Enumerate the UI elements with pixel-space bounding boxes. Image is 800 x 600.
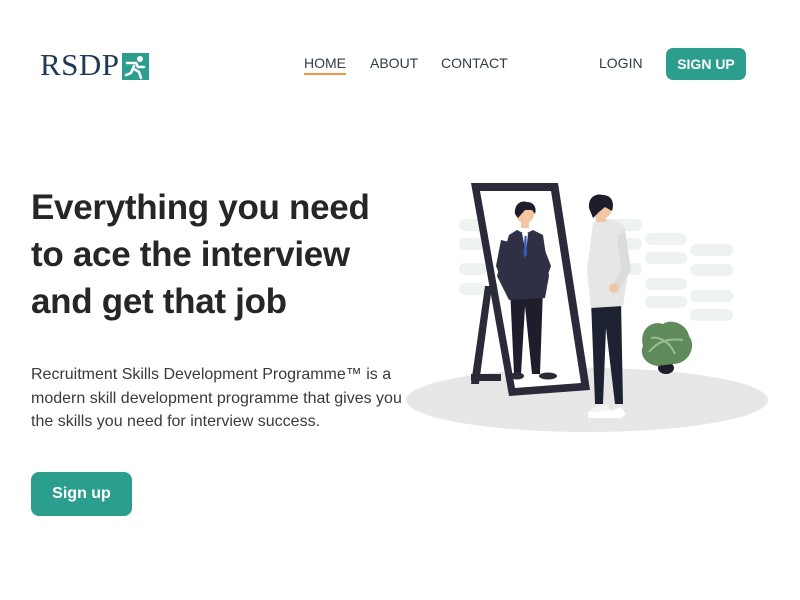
hero-signup-button[interactable]: Sign up (31, 472, 132, 516)
headline-line: to ace the interview (31, 235, 350, 274)
mirror-illustration-icon (406, 183, 768, 432)
login-link[interactable]: LOGIN (599, 54, 643, 72)
header-signup-button[interactable]: SIGN UP (666, 48, 746, 80)
headline-line: and get that job (31, 282, 287, 321)
nav-home-link[interactable]: HOME (304, 54, 346, 75)
nav-about-link[interactable]: ABOUT (370, 54, 418, 72)
nav-contact-link[interactable]: CONTACT (441, 54, 508, 72)
logo-text: RSDP (40, 47, 120, 82)
hero-headline: Everything you need to ace the interview… (31, 184, 391, 325)
hero-description: Recruitment Skills Development Programme… (31, 366, 402, 430)
headline-line: Everything you need (31, 188, 370, 227)
logo-icon (121, 52, 149, 80)
landing-page: RSDP HOME ABOUT CONTACT LOGIN SIGN UP Ev… (0, 0, 800, 600)
logo[interactable]: RSDP (40, 48, 149, 82)
